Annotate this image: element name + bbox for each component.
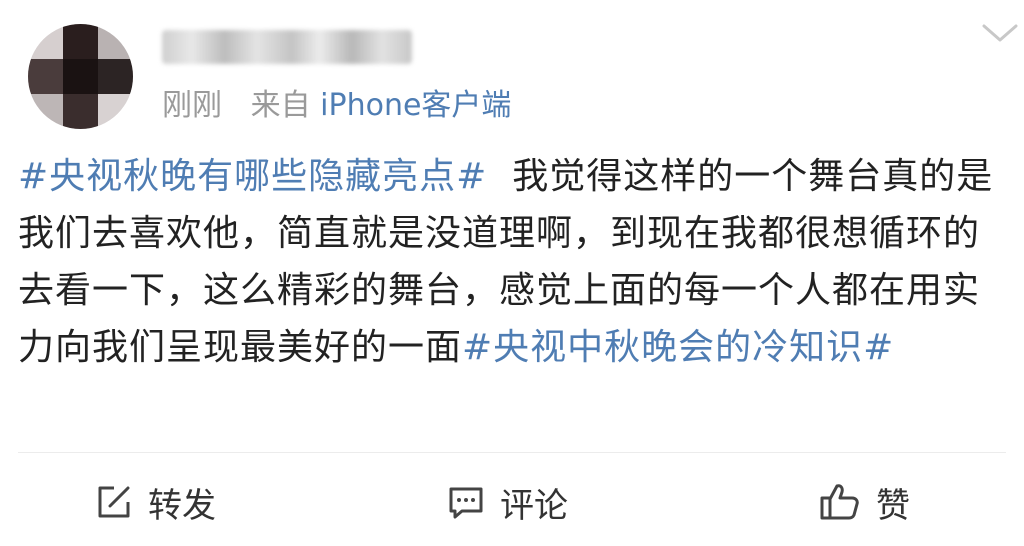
action-bar: 转发 评论 赞 [0,470,1024,534]
post-meta: 刚刚 来自 iPhone客户端 [162,80,511,124]
username-blurred[interactable] [162,30,412,64]
like-button[interactable]: 赞 [818,470,910,534]
like-label: 赞 [876,485,910,526]
divider [18,452,1006,453]
thumbs-up-icon [818,480,862,524]
avatar[interactable] [28,24,133,129]
comment-icon [446,482,486,522]
hashtag-link[interactable]: #央视中秋晚会的冷知识# [462,327,894,368]
comment-button[interactable]: 评论 [446,470,568,534]
weibo-post-card: 刚刚 来自 iPhone客户端 #央视秋晚有哪些隐藏亮点# 我觉得这样的一个舞台… [0,0,1024,546]
hashtag-link[interactable]: #央视秋晚有哪些隐藏亮点# [18,156,487,197]
repost-button[interactable]: 转发 [94,470,216,534]
source-prefix: 来自 [250,88,311,123]
post-time: 刚刚 [162,88,222,123]
repost-label: 转发 [148,485,216,526]
post-content: #央视秋晚有哪些隐藏亮点# 我觉得这样的一个舞台真的是我们去喜欢他，简直就是没道… [18,148,1008,376]
chevron-down-icon[interactable] [978,18,1022,48]
source-link[interactable]: iPhone客户端 [320,88,511,123]
share-edit-icon [94,482,134,522]
comment-label: 评论 [500,485,568,526]
